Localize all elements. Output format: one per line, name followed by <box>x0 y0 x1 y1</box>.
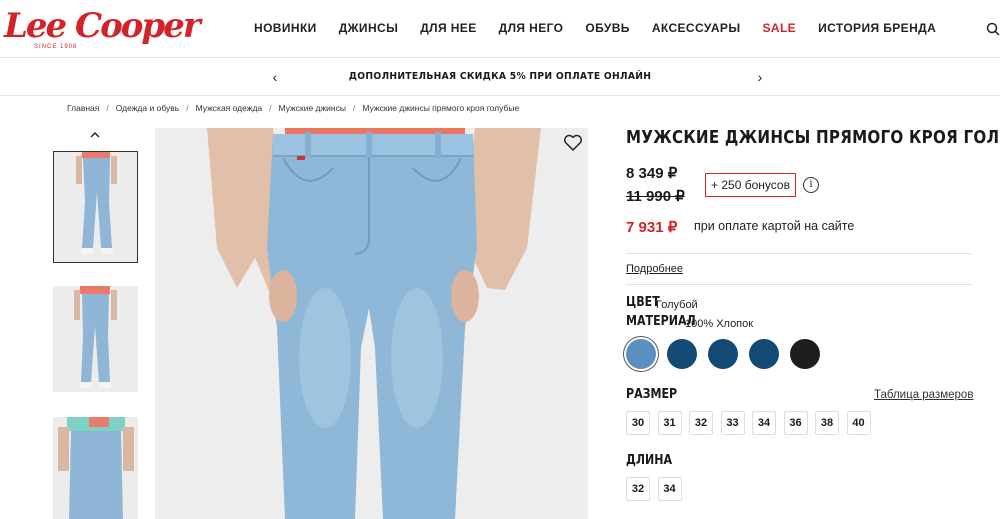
card-price-note: при оплате картой на сайте <box>694 219 855 233</box>
nav-item-new[interactable]: НОВИНКИ <box>254 21 317 35</box>
thumbnail-2[interactable] <box>53 286 138 392</box>
size-label: РАЗМЕР <box>626 387 678 402</box>
breadcrumb-clothing[interactable]: Одежда и обувь <box>116 103 179 113</box>
main-nav: НОВИНКИ ДЖИНСЫ ДЛЯ НЕЕ ДЛЯ НЕГО ОБУВЬ АК… <box>254 21 958 35</box>
size-option[interactable]: 33 <box>720 411 745 435</box>
color-swatch[interactable] <box>790 339 820 369</box>
length-option[interactable]: 32 <box>626 477 650 501</box>
breadcrumb-mens-jeans[interactable]: Мужские джинсы <box>279 103 346 113</box>
thumbnail-3-image <box>53 417 138 519</box>
breadcrumb-home[interactable]: Главная <box>67 103 99 113</box>
brand-tagline: SINCE 1908 <box>34 44 78 50</box>
bonus-badge: + 250 бонусов <box>705 173 796 197</box>
size-option[interactable]: 32 <box>689 411 713 435</box>
size-option[interactable]: 40 <box>846 411 871 435</box>
size-option[interactable]: 34 <box>752 411 776 435</box>
info-icon[interactable]: i <box>803 177 819 193</box>
current-price: 8 349 ₽ <box>626 165 678 182</box>
size-option[interactable]: 36 <box>783 411 808 435</box>
breadcrumb-separator: / <box>106 103 109 113</box>
color-swatches <box>626 339 831 369</box>
card-price: 7 931 ₽ <box>626 219 678 236</box>
details-link[interactable]: Подробнее <box>626 263 683 275</box>
color-swatch[interactable] <box>626 339 656 369</box>
color-swatch[interactable] <box>708 339 738 369</box>
product-title: МУЖСКИЕ ДЖИНСЫ ПРЯМОГО КРОЯ ГОЛУБЫЕ <box>626 127 1000 148</box>
size-option[interactable]: 31 <box>657 411 682 435</box>
breadcrumb-mens[interactable]: Мужская одежда <box>196 103 263 113</box>
promo-text: ДОПОЛНИТЕЛЬНАЯ СКИДКА 5% ПРИ ОПЛАТЕ ОНЛА… <box>348 71 652 82</box>
nav-item-brand-history[interactable]: ИСТОРИЯ БРЕНДА <box>818 21 936 35</box>
nav-item-men[interactable]: ДЛЯ НЕГО <box>499 21 564 35</box>
product-photo <box>155 128 588 519</box>
thumbnail-3[interactable] <box>53 417 138 519</box>
size-option[interactable]: 30 <box>626 411 650 435</box>
material-value: 100% Хлопок <box>685 318 754 330</box>
length-options: 32 34 <box>626 477 689 501</box>
length-label: ДЛИНА <box>626 453 673 468</box>
nav-item-women[interactable]: ДЛЯ НЕЕ <box>420 21 476 35</box>
length-option[interactable]: 34 <box>657 477 682 501</box>
size-table-link[interactable]: Таблица размеров <box>874 389 973 401</box>
product-main-image[interactable] <box>155 128 588 519</box>
breadcrumb-separator: / <box>269 103 272 113</box>
color-swatch[interactable] <box>667 339 697 369</box>
breadcrumb-current: Мужские джинсы прямого кроя голубые <box>362 103 520 113</box>
promo-next-icon[interactable]: › <box>753 70 767 84</box>
nav-item-sale[interactable]: SALE <box>762 21 796 35</box>
nav-item-jeans[interactable]: ДЖИНСЫ <box>339 21 399 35</box>
divider <box>626 253 972 254</box>
color-value: Голубой <box>656 299 698 311</box>
old-price: 11 990 ₽ <box>626 188 685 205</box>
breadcrumb: Главная / Одежда и обувь / Мужская одежд… <box>67 103 519 113</box>
color-swatch[interactable] <box>749 339 779 369</box>
thumbnail-1-image <box>54 152 137 262</box>
brand-logo[interactable]: Lee Cooper SINCE 1908 <box>4 6 201 52</box>
thumbnails-up-icon[interactable] <box>88 128 102 142</box>
size-options: 30 31 32 33 34 36 38 40 <box>626 411 878 435</box>
thumbnail-2-image <box>53 286 138 392</box>
size-option[interactable]: 38 <box>815 411 839 435</box>
thumbnail-1[interactable] <box>53 151 138 263</box>
breadcrumb-separator: / <box>352 103 356 113</box>
brand-logo-text: Lee Cooper <box>4 6 201 46</box>
nav-item-accessories[interactable]: АКСЕССУАРЫ <box>652 21 741 35</box>
promo-bar: ‹ ДОПОЛНИТЕЛЬНАЯ СКИДКА 5% ПРИ ОПЛАТЕ ОН… <box>0 58 1000 96</box>
site-header: Lee Cooper SINCE 1908 НОВИНКИ ДЖИНСЫ ДЛЯ… <box>0 0 1000 58</box>
heart-icon[interactable] <box>563 134 583 152</box>
color-label: ЦВЕТ <box>626 295 660 310</box>
search-icon[interactable] <box>986 22 1000 36</box>
breadcrumb-separator: / <box>186 103 189 113</box>
divider <box>626 284 972 285</box>
nav-item-shoes[interactable]: ОБУВЬ <box>585 21 629 35</box>
